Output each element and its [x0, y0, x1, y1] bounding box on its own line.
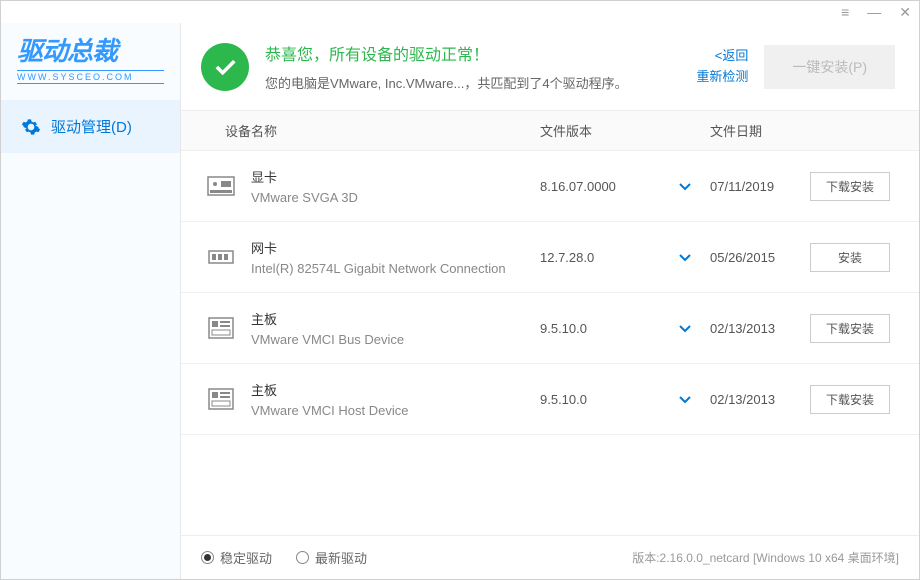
device-type: 主板: [251, 309, 540, 328]
device-desc: Intel(R) 82574L Gigabit Network Connecti…: [251, 261, 540, 276]
gear-icon: [21, 117, 41, 137]
checkmark-icon: [201, 43, 249, 91]
device-type: 主板: [251, 380, 540, 399]
radio-stable[interactable]: 稳定驱动: [201, 548, 272, 567]
expand-icon[interactable]: [660, 321, 710, 336]
device-row: 主板 VMware VMCI Host Device 9.5.10.0 02/1…: [181, 364, 919, 435]
device-date: 07/11/2019: [710, 179, 810, 194]
device-version: 9.5.10.0: [540, 321, 660, 336]
status-title: 恭喜您，所有设备的驱动正常！: [265, 41, 680, 65]
radio-icon: [296, 551, 309, 564]
device-icon: [205, 316, 237, 340]
radio-label: 最新驱动: [315, 548, 367, 567]
radio-label: 稳定驱动: [220, 548, 272, 567]
footer: 稳定驱动 最新驱动 版本:2.16.0.0_netcard [Windows 1…: [181, 535, 919, 579]
device-date: 05/26/2015: [710, 250, 810, 265]
expand-icon[interactable]: [660, 250, 710, 265]
radio-latest[interactable]: 最新驱动: [296, 548, 367, 567]
logo-subtitle: WWW.SYSCEO.COM: [17, 70, 164, 84]
sidebar: 驱动总裁 WWW.SYSCEO.COM 驱动管理(D): [1, 23, 181, 579]
status-subtitle: 您的电脑是VMware, Inc.VMware...，共匹配到了4个驱动程序。: [265, 73, 680, 92]
action-button[interactable]: 下载安装: [810, 314, 890, 343]
back-link[interactable]: <返回: [696, 46, 748, 67]
action-button[interactable]: 安装: [810, 243, 890, 272]
nav-driver-management[interactable]: 驱动管理(D): [1, 100, 180, 153]
col-version: 文件版本: [540, 121, 660, 140]
device-row: 主板 VMware VMCI Bus Device 9.5.10.0 02/13…: [181, 293, 919, 364]
device-icon: [205, 387, 237, 411]
nav-label: 驱动管理(D): [51, 116, 132, 137]
device-desc: VMware VMCI Bus Device: [251, 332, 540, 347]
radio-icon: [201, 551, 214, 564]
device-row: 显卡 VMware SVGA 3D 8.16.07.0000 07/11/201…: [181, 151, 919, 222]
close-icon[interactable]: ✕: [899, 4, 911, 21]
logo: 驱动总裁 WWW.SYSCEO.COM: [1, 23, 180, 100]
col-name: 设备名称: [205, 121, 540, 140]
device-version: 9.5.10.0: [540, 392, 660, 407]
recheck-link[interactable]: 重新检测: [696, 67, 748, 88]
device-date: 02/13/2013: [710, 321, 810, 336]
action-button[interactable]: 下载安装: [810, 385, 890, 414]
device-icon: [205, 245, 237, 269]
device-list: 显卡 VMware SVGA 3D 8.16.07.0000 07/11/201…: [181, 151, 919, 535]
version-info: 版本:2.16.0.0_netcard [Windows 10 x64 桌面环境…: [632, 549, 899, 566]
table-header: 设备名称 文件版本 文件日期: [181, 110, 919, 151]
device-desc: VMware VMCI Host Device: [251, 403, 540, 418]
main-panel: 恭喜您，所有设备的驱动正常！ 您的电脑是VMware, Inc.VMware..…: [181, 23, 919, 579]
col-date: 文件日期: [710, 121, 810, 140]
titlebar: ≡ — ✕: [1, 1, 919, 23]
expand-icon[interactable]: [660, 179, 710, 194]
device-type: 显卡: [251, 167, 540, 186]
logo-text: 驱动总裁: [17, 31, 164, 68]
install-all-button[interactable]: 一键安装(P): [764, 45, 895, 89]
device-date: 02/13/2013: [710, 392, 810, 407]
expand-icon[interactable]: [660, 392, 710, 407]
device-version: 8.16.07.0000: [540, 179, 660, 194]
device-icon: [205, 174, 237, 198]
device-version: 12.7.28.0: [540, 250, 660, 265]
device-desc: VMware SVGA 3D: [251, 190, 540, 205]
status-header: 恭喜您，所有设备的驱动正常！ 您的电脑是VMware, Inc.VMware..…: [181, 23, 919, 110]
minimize-icon[interactable]: —: [867, 4, 881, 20]
device-row: 网卡 Intel(R) 82574L Gigabit Network Conne…: [181, 222, 919, 293]
menu-icon[interactable]: ≡: [841, 4, 849, 20]
device-type: 网卡: [251, 238, 540, 257]
action-button[interactable]: 下载安装: [810, 172, 890, 201]
